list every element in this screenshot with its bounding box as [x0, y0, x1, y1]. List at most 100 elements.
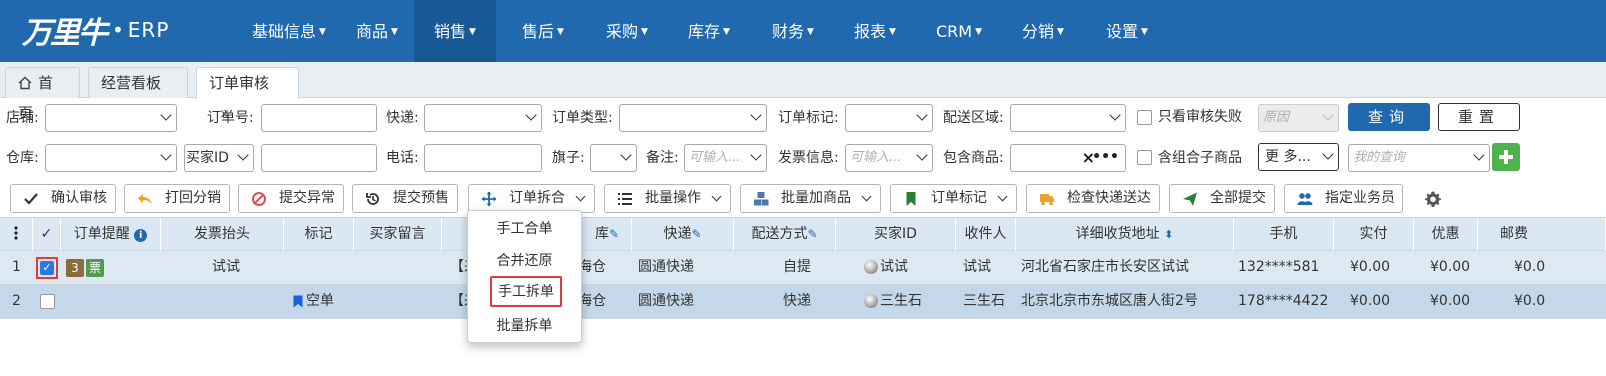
col-delivery[interactable]: 配送方式✎ — [734, 218, 836, 251]
button-label: 批量操作 — [645, 190, 701, 206]
remark-select[interactable]: 可输入... — [684, 144, 767, 172]
buyer-type-select[interactable]: 买家ID — [184, 144, 254, 172]
buyer-id-cell: 三生石 — [880, 293, 922, 309]
nav-label: 销售 — [434, 22, 467, 41]
nav-item-distribution[interactable]: 分销 ▼ — [1006, 0, 1080, 62]
warehouse-select[interactable] — [45, 144, 177, 172]
contains-goods-input[interactable]: × ••• — [1010, 144, 1126, 172]
nav-item-finance[interactable]: 财务 ▼ — [756, 0, 830, 62]
col-postage[interactable]: 邮费 — [1478, 218, 1606, 251]
delivery-cell: 快递 — [783, 293, 811, 309]
query-button[interactable]: 查询 — [1348, 103, 1430, 131]
nav-item-reports[interactable]: 报表 ▼ — [838, 0, 912, 62]
tab-home[interactable]: 首页 — [5, 67, 80, 122]
shop-select[interactable] — [45, 104, 177, 132]
sort-icon[interactable]: ⬍ — [1164, 228, 1173, 241]
flag-select[interactable] — [590, 144, 637, 172]
check-express-button[interactable]: 检查快递送达 — [1026, 184, 1160, 213]
nav-item-inventory[interactable]: 库存 ▼ — [672, 0, 746, 62]
menu-item-batch-split[interactable]: 批量拆单 — [468, 310, 581, 342]
chevron-down-icon — [1473, 149, 1485, 161]
order-mark-select[interactable] — [845, 104, 933, 132]
chevron-down-icon — [916, 149, 928, 161]
col-receiver[interactable]: 收件人 — [956, 218, 1016, 251]
chevron-down-icon — [861, 191, 872, 202]
col-mobile[interactable]: 手机 — [1234, 218, 1334, 251]
reply-icon — [138, 194, 152, 205]
order-split-merge-button[interactable]: 订单拆合 — [468, 184, 595, 213]
chevron-down-icon — [997, 191, 1008, 202]
row-checkbox-highlight[interactable]: ✓ — [36, 257, 58, 279]
order-mark-button[interactable]: 订单标记 — [890, 184, 1017, 213]
nav-item-crm[interactable]: CRM ▼ — [922, 0, 996, 62]
info-icon[interactable]: i — [134, 229, 148, 242]
invoice-label: 发票信息: — [778, 150, 839, 166]
chevron-down-icon — [1322, 109, 1334, 121]
col-buyer-message[interactable]: 买家留言 — [354, 218, 442, 251]
submit-all-button[interactable]: 全部提交 — [1169, 184, 1275, 213]
more-dots-icon[interactable]: ••• — [1092, 145, 1119, 169]
more-select[interactable]: 更 多... — [1258, 143, 1339, 171]
nav-item-settings[interactable]: 设置 ▼ — [1090, 0, 1164, 62]
col-reminder[interactable]: 订单提醒 i — [61, 218, 161, 251]
menu-item-merge-restore[interactable]: 合并还原 — [468, 245, 581, 277]
submit-exception-button[interactable]: 提交异常 — [238, 184, 344, 213]
invoice-select[interactable]: 可输入... — [845, 144, 933, 172]
batch-add-goods-button[interactable]: 批量加商品 — [740, 184, 881, 213]
menu-item-manual-split[interactable]: 手工拆单 — [490, 276, 562, 307]
edit-icon[interactable]: ✎ — [609, 227, 619, 241]
button-label: 提交异常 — [279, 190, 335, 206]
add-query-button[interactable] — [1492, 143, 1520, 171]
express-select[interactable] — [424, 104, 542, 132]
my-query-select[interactable]: 我的查询 — [1348, 144, 1490, 172]
nav-item-purchase[interactable]: 采购 ▼ — [590, 0, 664, 62]
order-no-input[interactable] — [261, 104, 377, 132]
split-merge-dropdown: 手工合单 合并还原 手工拆单 批量拆单 — [467, 210, 582, 343]
return-distribution-button[interactable]: 打回分销 — [124, 184, 230, 213]
col-buyer-id[interactable]: 买家ID — [836, 218, 956, 251]
chevron-down-icon: ▼ — [723, 27, 730, 37]
col-mark[interactable]: 标记 — [284, 218, 354, 251]
brand-logo[interactable]: 万里牛 • ERP — [22, 10, 169, 51]
address-cell: 北京北京市东城区唐人街2号 — [1021, 293, 1198, 309]
region-select[interactable] — [1010, 104, 1126, 132]
only-failed-checkbox[interactable] — [1137, 110, 1152, 125]
warehouse-label: 仓库: — [6, 150, 39, 166]
batch-operations-button[interactable]: 批量操作 — [604, 184, 731, 213]
assign-salesman-button[interactable]: 指定业务员 — [1284, 184, 1403, 213]
nav-item-basic-info[interactable]: 基础信息 ▼ — [238, 0, 340, 62]
menu-item-manual-merge[interactable]: 手工合单 — [468, 213, 581, 245]
phone-input[interactable] — [424, 144, 542, 172]
col-invoice-title[interactable]: 发票抬头 — [161, 218, 284, 251]
buyer-avatar-icon — [864, 260, 878, 274]
gear-icon[interactable] — [1424, 190, 1442, 208]
col-discount[interactable]: 优惠 — [1414, 218, 1478, 251]
paid-cell: ¥0.00 — [1350, 293, 1391, 309]
table-row[interactable]: 2 空单 【来 海仓 圆通快递 快递 三生石 三生石 北京北京市东城区唐人街2号… — [0, 285, 1606, 319]
submit-presale-button[interactable]: 提交预售 — [352, 184, 458, 213]
column-menu-icon[interactable] — [0, 218, 33, 251]
discount-cell: ¥0.00 — [1430, 259, 1471, 275]
region-label: 配送区域: — [943, 110, 1004, 126]
tab-order-review[interactable]: 订单审核× — [196, 67, 299, 122]
nav-item-goods[interactable]: 商品 ▼ — [340, 0, 414, 62]
confirm-review-button[interactable]: 确认审核 — [10, 184, 116, 213]
nav-label: 基础信息 — [252, 22, 317, 41]
table-row[interactable]: 1 ✓ 3 票 试试 【来 海仓 圆通快递 自提 试试 试试 河北省石家庄市长安… — [0, 251, 1606, 285]
nav-item-sales[interactable]: 销售 ▼ — [414, 0, 496, 62]
combo-checkbox[interactable] — [1137, 150, 1152, 165]
reminder-count-badge: 3 — [66, 259, 84, 277]
tab-dashboard[interactable]: 经营看板× — [88, 67, 188, 122]
edit-icon[interactable]: ✎ — [691, 227, 701, 241]
edit-icon[interactable]: ✎ — [807, 227, 817, 241]
select-all-checkmark[interactable]: ✓ — [33, 218, 61, 251]
col-paid[interactable]: 实付 — [1334, 218, 1414, 251]
row-checkbox[interactable] — [40, 294, 55, 309]
nav-item-aftersale[interactable]: 售后 ▼ — [506, 0, 580, 62]
col-express[interactable]: 快递✎ — [632, 218, 734, 251]
order-no-label: 订单号: — [207, 110, 254, 126]
col-address[interactable]: 详细收货地址 ⬍ — [1016, 218, 1234, 251]
reset-button[interactable]: 重置 — [1438, 103, 1520, 131]
buyer-id-input[interactable] — [261, 144, 377, 172]
order-type-select[interactable] — [619, 104, 767, 132]
